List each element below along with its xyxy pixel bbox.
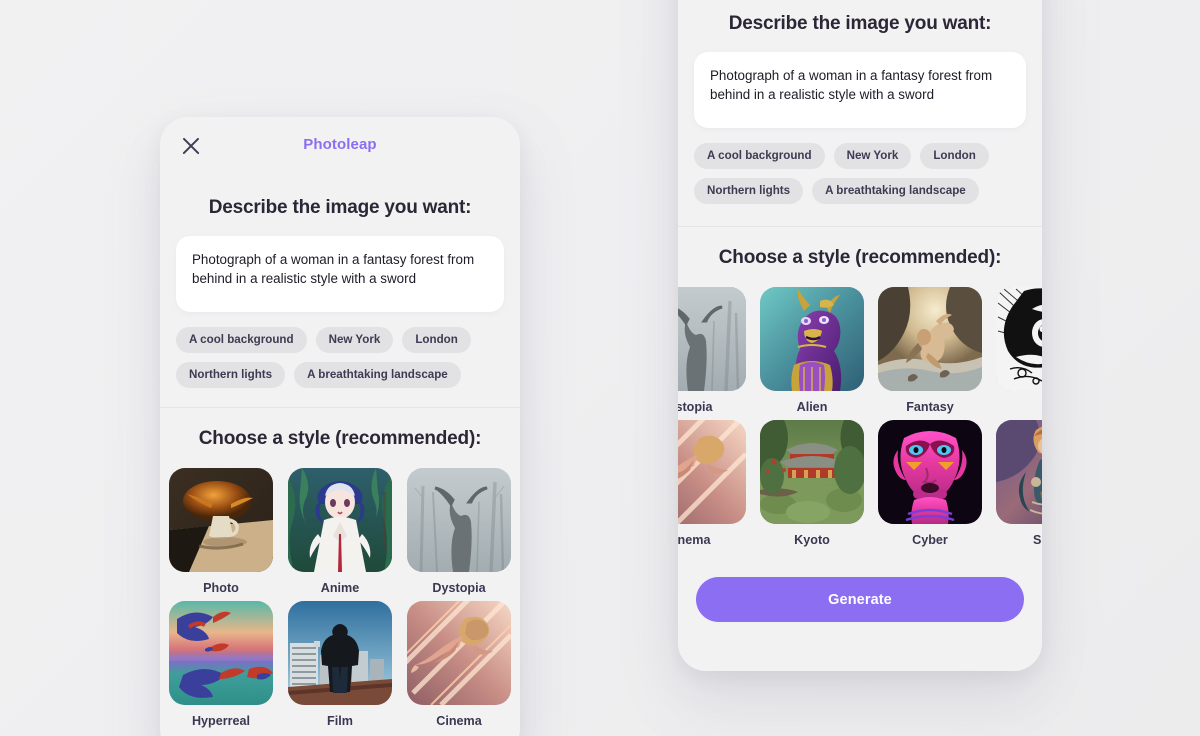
- app-header: Photoleap: [160, 117, 520, 177]
- prompt-input-value: Photograph of a woman in a fantasy fores…: [710, 68, 993, 102]
- suggestion-chip[interactable]: A breathtaking landscape: [294, 362, 461, 388]
- style-grid-right: stopia Alien Fantasy nema Kyoto Cyber S: [678, 287, 1042, 547]
- suggestion-chip[interactable]: A cool background: [176, 327, 307, 353]
- style-option-manga[interactable]: I: [996, 287, 1042, 414]
- prompt-heading: Describe the image you want:: [208, 197, 472, 218]
- style-label: Hyperreal: [191, 714, 251, 728]
- prompt-input-value: Photograph of a woman in a fantasy fores…: [192, 252, 475, 286]
- style-option-cinema[interactable]: nema: [678, 420, 746, 547]
- suggestion-chip-list: A cool background New York London Northe…: [176, 327, 504, 388]
- style-thumbnail-cyber: [878, 420, 982, 524]
- style-thumbnail-film: [288, 601, 392, 705]
- style-option-photo[interactable]: Photo: [169, 468, 273, 595]
- style-thumbnail-dystopia: [678, 287, 746, 391]
- phone-card-left: Photoleap Describe the image you want: P…: [160, 117, 520, 736]
- generate-button[interactable]: Generate: [696, 577, 1024, 622]
- styles-heading: Choose a style (recommended):: [718, 247, 1002, 268]
- style-label: Photo: [203, 581, 239, 595]
- style-thumbnail-anime: [288, 468, 392, 572]
- suggestion-chip[interactable]: A breathtaking landscape: [812, 178, 979, 204]
- style-label: Dystopia: [432, 581, 486, 595]
- style-label: Alien: [796, 400, 828, 414]
- style-thumbnail-cinema: [678, 420, 746, 524]
- style-thumbnail-dystopia: [407, 468, 511, 572]
- style-label: Anime: [320, 581, 360, 595]
- style-label: I: [996, 400, 1042, 414]
- style-thumbnail-hyperreal: [169, 601, 273, 705]
- style-label: Fantasy: [906, 400, 954, 414]
- prompt-heading: Describe the image you want:: [728, 13, 992, 34]
- prompt-section-left: Describe the image you want: Photograph …: [160, 197, 520, 388]
- suggestion-chip[interactable]: London: [402, 327, 471, 353]
- style-thumbnail-photo: [169, 468, 273, 572]
- styles-section-left: Choose a style (recommended): Photo Anim…: [160, 408, 520, 728]
- style-option-film[interactable]: Film: [288, 601, 392, 728]
- style-option-cinema[interactable]: Cinema: [407, 601, 511, 728]
- style-label: Cinema: [436, 714, 482, 728]
- style-label: Spac: [1032, 533, 1042, 547]
- style-option-fantasy[interactable]: Fantasy: [878, 287, 982, 414]
- style-label: stopia: [678, 400, 713, 414]
- style-thumbnail-cinema: [407, 601, 511, 705]
- styles-section-right: Choose a style (recommended): stopia Ali…: [678, 227, 1042, 622]
- style-thumbnail-alien: [760, 287, 864, 391]
- style-label: nema: [678, 533, 711, 547]
- prompt-input[interactable]: Photograph of a woman in a fantasy fores…: [176, 236, 504, 312]
- style-option-anime[interactable]: Anime: [288, 468, 392, 595]
- style-thumbnail-space: [996, 420, 1042, 524]
- prompt-section-right: Describe the image you want: Photograph …: [678, 0, 1042, 204]
- prompt-input[interactable]: Photograph of a woman in a fantasy fores…: [694, 52, 1026, 128]
- suggestion-chip-list: A cool background New York London Northe…: [694, 143, 1026, 204]
- screenshot-stage: Photoleap Describe the image you want: P…: [0, 0, 1200, 736]
- style-option-space[interactable]: Spac: [996, 420, 1042, 547]
- suggestion-chip[interactable]: A cool background: [694, 143, 825, 169]
- style-option-kyoto[interactable]: Kyoto: [760, 420, 864, 547]
- style-thumbnail-manga: [996, 287, 1042, 391]
- suggestion-chip[interactable]: Northern lights: [694, 178, 804, 204]
- style-label: Cyber: [912, 533, 948, 547]
- style-label: Kyoto: [794, 533, 830, 547]
- phone-card-right: Describe the image you want: Photograph …: [678, 0, 1042, 671]
- style-option-dystopia[interactable]: Dystopia: [407, 468, 511, 595]
- style-option-alien[interactable]: Alien: [760, 287, 864, 414]
- style-option-dystopia[interactable]: stopia: [678, 287, 746, 414]
- style-option-cyber[interactable]: Cyber: [878, 420, 982, 547]
- suggestion-chip[interactable]: London: [920, 143, 989, 169]
- generate-section: Generate: [678, 547, 1042, 622]
- styles-heading: Choose a style (recommended):: [198, 428, 482, 449]
- suggestion-chip[interactable]: New York: [315, 327, 394, 353]
- style-grid-left: Photo Anime Dystopia Hyperreal Film Cine…: [160, 468, 520, 728]
- style-label: Film: [327, 714, 353, 728]
- suggestion-chip[interactable]: New York: [833, 143, 912, 169]
- style-thumbnail-kyoto: [760, 420, 864, 524]
- style-option-hyperreal[interactable]: Hyperreal: [169, 601, 273, 728]
- app-brand-title: Photoleap: [303, 136, 377, 153]
- style-thumbnail-fantasy: [878, 287, 982, 391]
- suggestion-chip[interactable]: Northern lights: [176, 362, 286, 388]
